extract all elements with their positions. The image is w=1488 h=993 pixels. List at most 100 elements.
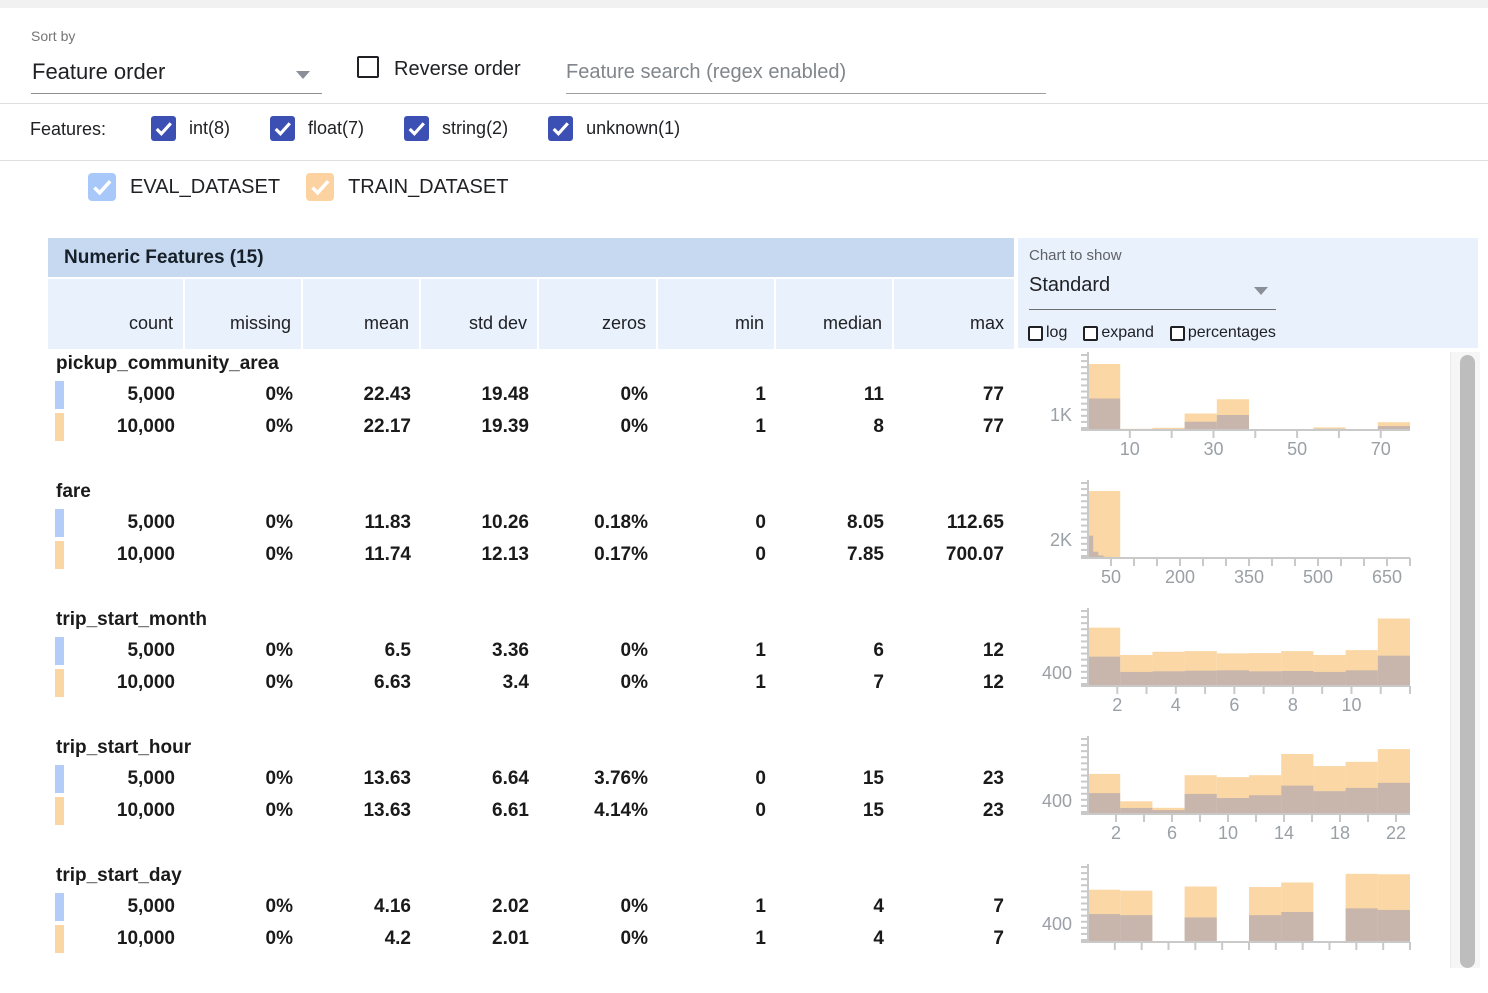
svg-text:6: 6 [1167,823,1177,843]
svg-text:10: 10 [1218,823,1238,843]
svg-text:14: 14 [1274,823,1294,843]
sort-by-select[interactable]: Feature order [31,53,322,94]
stat-value-zeros: 0% [539,667,658,699]
chart-controls-panel: Chart to show Standard logexpandpercenta… [1018,238,1478,348]
dataset-color-swatch [55,637,64,665]
stat-value-median: 4 [776,891,894,923]
stat-value-min: 1 [658,923,776,955]
column-header-std-dev: std dev [421,279,539,349]
stat-value-count: 5,000 [48,763,185,795]
checkbox-unchecked[interactable] [1170,326,1185,341]
stat-value-median: 7.85 [776,539,894,571]
feature-type-filter-int: int(8) [151,116,230,141]
dataset-color-swatch [55,797,64,825]
stat-value-max: 112.65 [894,507,1014,539]
histogram-pickup_community_area: 103050701K [1020,340,1420,460]
chart-type-select[interactable]: Standard [1029,271,1276,310]
checkbox-checked[interactable] [151,116,176,141]
stat-value-count: 5,000 [48,635,185,667]
checkbox-checked[interactable] [270,116,295,141]
svg-text:18: 18 [1330,823,1350,843]
reverse-order-label: Reverse order [394,58,521,81]
divider [0,103,1488,104]
stat-value-min: 1 [658,891,776,923]
checkbox-checked[interactable] [404,116,429,141]
check-icon [306,173,334,201]
feature-block-trip_start_day: trip_start_day5,0000%4.162.020%14710,000… [0,865,1014,993]
stat-value-min: 1 [658,635,776,667]
feature-type-filter-label: float(7) [308,118,364,139]
stat-value-missing: 0% [185,923,303,955]
stat-value-median: 4 [776,923,894,955]
svg-text:50: 50 [1287,439,1307,459]
stat-value-missing: 0% [185,763,303,795]
stat-value-missing: 0% [185,539,303,571]
stat-value-mean: 6.5 [303,635,421,667]
stat-value-median: 7 [776,667,894,699]
stat-value-missing: 0% [185,411,303,443]
scrollbar-thumb[interactable] [1460,355,1475,968]
stat-value-mean: 6.63 [303,667,421,699]
features-filter-label: Features: [30,119,106,140]
stat-row-eval_dataset: 5,0000%22.4319.480%11177 [48,379,1014,411]
feature-search-input[interactable] [566,52,1046,94]
dataset-color-swatch [55,669,64,697]
stat-value-std-dev: 19.48 [421,379,539,411]
stat-value-count: 10,000 [48,667,185,699]
stat-value-max: 23 [894,763,1014,795]
stat-row-train_dataset: 10,0000%6.633.40%1712 [48,667,1014,699]
stat-value-count: 10,000 [48,923,185,955]
feature-type-filters: int(8)float(7)string(2)unknown(1) [151,116,680,141]
stat-value-zeros: 0% [539,923,658,955]
stat-value-mean: 11.83 [303,507,421,539]
column-header-median: median [776,279,894,349]
checkbox-checked[interactable] [548,116,573,141]
stat-value-mean: 11.74 [303,539,421,571]
stat-value-zeros: 3.76% [539,763,658,795]
scrollbar-track[interactable] [1450,352,1480,968]
reverse-order-checkbox[interactable] [357,56,379,78]
checkbox-checked[interactable] [306,173,334,201]
stat-value-max: 23 [894,795,1014,827]
feature-block-pickup_community_area: pickup_community_area5,0000%22.4319.480%… [0,353,1014,481]
chevron-down-icon [296,71,310,79]
svg-text:2: 2 [1111,823,1121,843]
histogram-trip_start_month: 246810400 [1020,596,1420,716]
stat-value-std-dev: 6.64 [421,763,539,795]
stat-value-std-dev: 10.26 [421,507,539,539]
stat-value-zeros: 0% [539,411,658,443]
stat-value-missing: 0% [185,795,303,827]
checkbox-checked[interactable] [88,173,116,201]
stat-row-train_dataset: 10,0000%11.7412.130.17%07.85700.07 [48,539,1014,571]
stat-row-eval_dataset: 5,0000%6.53.360%1612 [48,635,1014,667]
stat-value-zeros: 0.17% [539,539,658,571]
svg-text:70: 70 [1371,439,1391,459]
stat-value-median: 8 [776,411,894,443]
stat-value-mean: 13.63 [303,795,421,827]
feature-type-filter-unknown: unknown(1) [548,116,680,141]
numeric-features-header: Numeric Features (15) [48,238,1014,277]
checkbox-unchecked[interactable] [1028,326,1043,341]
feature-name: trip_start_hour [56,737,191,759]
stat-value-mean: 4.16 [303,891,421,923]
feature-block-trip_start_month: trip_start_month5,0000%6.53.360%161210,0… [0,609,1014,737]
feature-name: fare [56,481,91,503]
column-header-max: max [894,279,1014,349]
checkbox-unchecked[interactable] [1083,326,1098,341]
svg-text:10: 10 [1120,439,1140,459]
dataset-color-swatch [55,413,64,441]
histogram-trip_start_hour: 2610141822400 [1020,724,1420,844]
stat-value-mean: 22.43 [303,379,421,411]
stat-row-train_dataset: 10,0000%13.636.614.14%01523 [48,795,1014,827]
svg-text:500: 500 [1303,567,1333,587]
stat-value-std-dev: 2.02 [421,891,539,923]
stat-value-missing: 0% [185,667,303,699]
column-header-min: min [658,279,776,349]
stat-value-missing: 0% [185,891,303,923]
svg-text:8: 8 [1288,695,1298,715]
column-header-count: count [48,279,185,349]
stat-value-count: 5,000 [48,891,185,923]
feature-block-trip_start_hour: trip_start_hour5,0000%13.636.643.76%0152… [0,737,1014,865]
svg-text:6: 6 [1229,695,1239,715]
sort-by-label: Sort by [31,28,75,44]
